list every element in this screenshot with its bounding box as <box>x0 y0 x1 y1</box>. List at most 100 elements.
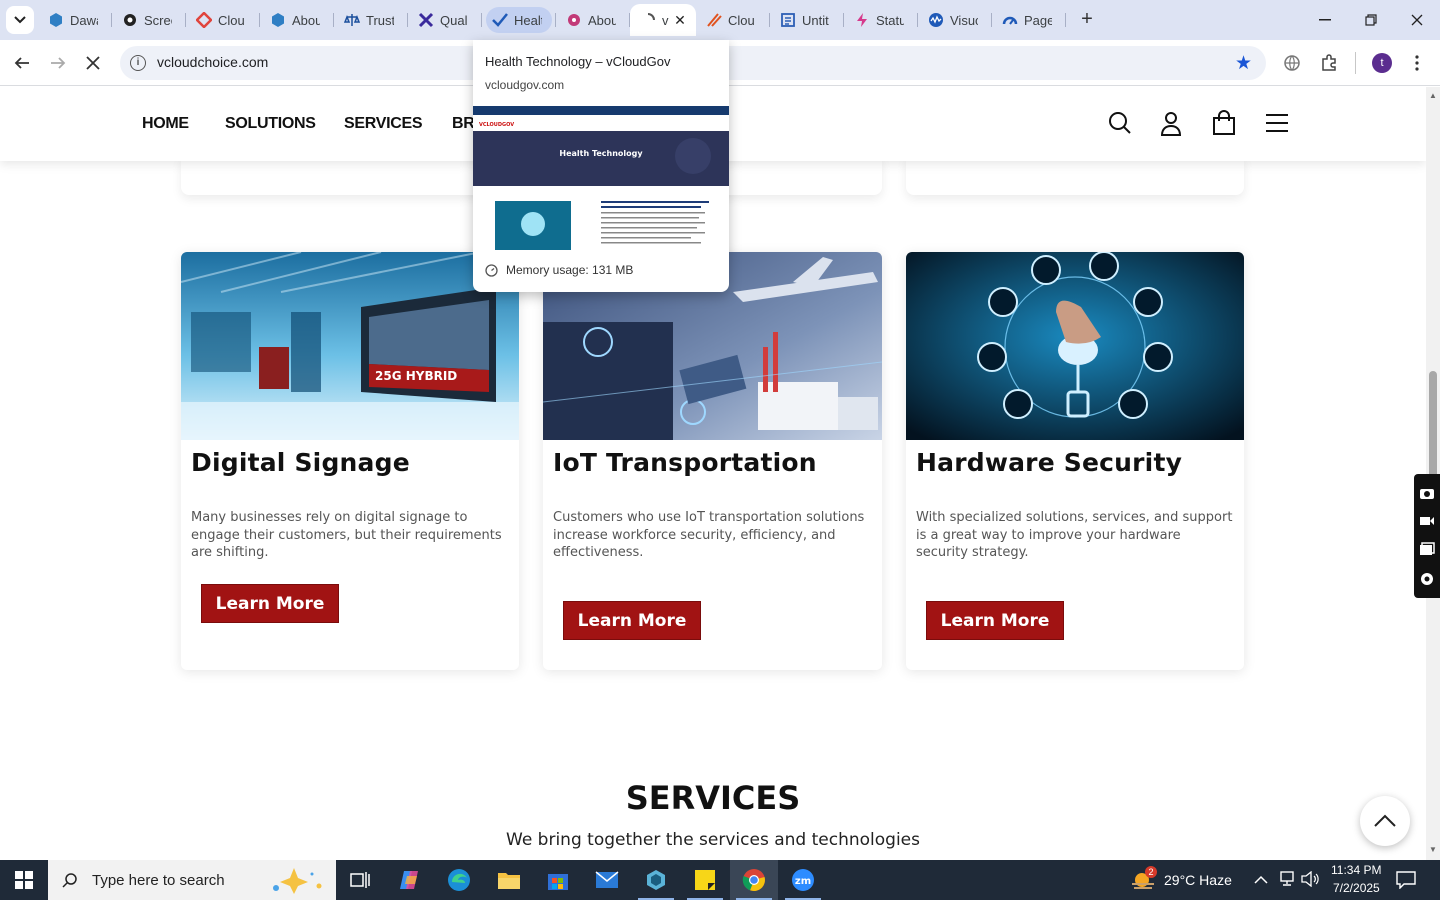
solution-card-digital-signage: 25G HYBRID Digital Signage Many business… <box>181 252 519 670</box>
show-hidden-icons-button[interactable] <box>1254 872 1268 890</box>
zoom-app[interactable]: zm <box>779 860 827 900</box>
scroll-up-arrow-icon[interactable]: ▲ <box>1429 91 1437 100</box>
document-icon <box>780 12 796 28</box>
mail-app[interactable] <box>583 860 631 900</box>
forward-button[interactable] <box>45 50 71 76</box>
tab-search-button[interactable] <box>6 6 34 34</box>
nav-home[interactable]: HOME <box>142 115 189 133</box>
camera-icon[interactable] <box>1419 486 1435 500</box>
preview-memory: Memory usage: 131 MB <box>485 263 633 277</box>
tab-11[interactable]: Statu <box>844 4 918 36</box>
circle-logo-icon <box>566 12 582 28</box>
learn-more-button[interactable]: Learn More <box>563 601 701 640</box>
capture-toolbar <box>1414 474 1440 598</box>
network-icon[interactable] <box>1278 871 1296 892</box>
learn-more-button[interactable]: Learn More <box>926 601 1064 640</box>
close-window-button[interactable] <box>1394 0 1440 40</box>
scroll-down-arrow-icon[interactable]: ▼ <box>1429 845 1437 854</box>
diamond-icon <box>196 12 212 28</box>
tab-8-active[interactable]: v ✕ <box>630 4 696 36</box>
tab-title: Dawa <box>70 12 98 28</box>
loading-spinner-icon <box>640 12 656 28</box>
arrow-left-icon <box>14 57 29 69</box>
site-info-icon[interactable]: i <box>130 55 146 71</box>
volume-icon[interactable] <box>1301 870 1319 892</box>
mail-icon <box>595 871 619 888</box>
edge-app[interactable] <box>435 860 483 900</box>
tab-10[interactable]: Untit <box>770 4 844 36</box>
card-description: Customers who use IoT transportation sol… <box>553 510 865 560</box>
chrome-app[interactable] <box>730 860 778 900</box>
nav-brands[interactable]: BR <box>452 115 475 133</box>
weather-text[interactable]: 29°C Haze <box>1164 872 1232 888</box>
copilot-app[interactable] <box>386 860 434 900</box>
learn-more-button[interactable]: Learn More <box>201 584 339 623</box>
card-title: IoT Transportation <box>553 448 817 477</box>
minimize-button[interactable] <box>1302 0 1348 40</box>
tab-6[interactable]: Healt <box>482 4 556 36</box>
preview-title: Health Technology – vCloudGov <box>485 54 671 69</box>
microsoft-store-app[interactable] <box>534 860 582 900</box>
tab-4[interactable]: Trust <box>334 4 408 36</box>
chevron-down-icon <box>14 16 26 24</box>
solution-card-iot-transportation: IoT Transportation Customers who use IoT… <box>543 252 882 670</box>
tab-1[interactable]: Scree <box>112 4 186 36</box>
task-view-button[interactable] <box>336 860 384 900</box>
scroll-to-top-button[interactable] <box>1360 796 1410 846</box>
notifications-button[interactable] <box>1396 871 1416 894</box>
nav-solutions[interactable]: SOLUTIONS <box>225 115 316 133</box>
hexagon-app[interactable] <box>632 860 680 900</box>
preview-thumbnail: VCLOUDGOV Health Technology <box>473 106 729 250</box>
browser-menu-button[interactable] <box>1404 50 1430 76</box>
tab-title: Healt <box>514 12 542 28</box>
clock-date[interactable]: 7/2/2025 <box>1333 881 1380 895</box>
card-partial-3 <box>906 157 1244 195</box>
tab-5[interactable]: Qual <box>408 4 482 36</box>
user-account-icon[interactable] <box>1158 110 1184 136</box>
tab-7[interactable]: Abou <box>556 4 630 36</box>
translate-button[interactable] <box>1279 50 1305 76</box>
close-icon <box>1411 14 1423 26</box>
nav-services[interactable]: SERVICES <box>344 115 423 133</box>
profile-avatar[interactable]: t <box>1372 53 1392 73</box>
tab-title: Trust <box>366 12 394 28</box>
tab-2[interactable]: Clou <box>186 4 260 36</box>
gear-icon[interactable] <box>1419 571 1435 587</box>
folder-icon <box>498 873 520 889</box>
extensions-button[interactable] <box>1316 50 1342 76</box>
tab-13[interactable]: Page <box>992 4 1066 36</box>
browser-tabstrip: Dawa Scree Clou Abou Trust Qual Healt <box>0 0 1440 40</box>
clock-time[interactable]: 11:34 PM <box>1331 863 1381 877</box>
video-camera-icon[interactable] <box>1419 515 1435 527</box>
search-icon[interactable] <box>1107 110 1133 136</box>
restore-button[interactable] <box>1348 0 1394 40</box>
stop-loading-button[interactable] <box>80 50 106 76</box>
tab-12[interactable]: Visuc <box>918 4 992 36</box>
tab-3[interactable]: Abou <box>260 4 334 36</box>
close-tab-icon[interactable]: ✕ <box>672 12 688 28</box>
more-vertical-icon <box>1415 55 1419 71</box>
zoom-icon: zm <box>792 869 814 891</box>
sticky-notes-app[interactable] <box>681 860 729 900</box>
file-explorer-app[interactable] <box>485 860 533 900</box>
new-tab-button[interactable]: + <box>1076 8 1098 32</box>
globe-icon <box>1284 55 1300 71</box>
taskbar-search-box[interactable]: Type here to search <box>48 860 336 900</box>
chevron-up-icon <box>1254 875 1268 884</box>
scale-icon <box>344 12 360 28</box>
bookmark-star-icon[interactable]: ★ <box>1235 52 1252 75</box>
speedometer-icon <box>485 263 498 277</box>
tab-title: Statu <box>876 12 904 28</box>
scrollbar-thumb[interactable] <box>1429 371 1437 481</box>
start-button[interactable] <box>0 860 48 900</box>
url-text[interactable]: vcloudchoice.com <box>157 54 268 70</box>
tab-9[interactable]: Clou <box>696 4 770 36</box>
sparkle-icon <box>273 868 322 894</box>
hexagon-icon <box>48 12 64 28</box>
hamburger-menu-icon[interactable] <box>1264 110 1290 136</box>
shopping-bag-icon[interactable] <box>1211 110 1237 136</box>
window-capture-icon[interactable] <box>1419 541 1435 556</box>
tab-0[interactable]: Dawa <box>38 4 112 36</box>
x-logo-icon <box>418 12 434 28</box>
back-button[interactable] <box>9 50 35 76</box>
